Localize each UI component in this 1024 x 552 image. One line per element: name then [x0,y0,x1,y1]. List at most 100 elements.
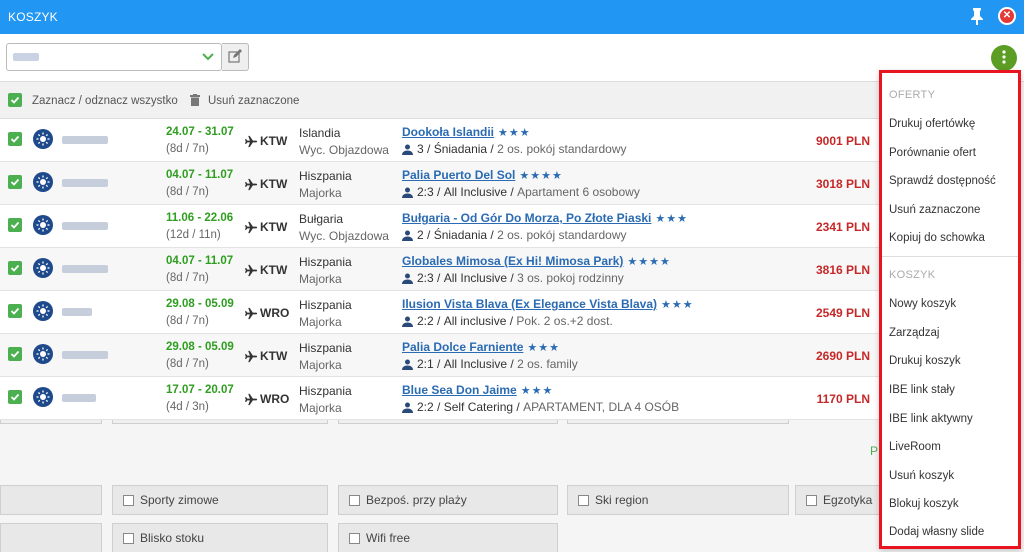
menu-item-liveroom[interactable]: LiveRoom [889,441,941,453]
sun-icon [33,258,53,278]
plane-icon [245,350,258,362]
menu-item-ibe-link-static[interactable]: IBE link stały [889,384,955,396]
filter-sporty-zimowe[interactable]: Sporty zimowe [112,485,328,515]
offer-hotel[interactable]: Ilusion Vista Blava (Ex Elegance Vista B… [402,297,694,311]
checkbox[interactable] [806,494,817,506]
plane-icon [245,393,258,405]
options-menu: OFERTY Drukuj ofertówkę Porównanie ofert… [879,70,1021,549]
more-options-button[interactable] [991,45,1017,71]
hotel-link[interactable]: Dookoła Islandii [402,125,494,139]
offer-hotel[interactable]: Globales Mimosa (Ex Hi! Mimosa Park) ★★★★ [402,254,671,268]
menu-item-copy-to-clipboard[interactable]: Kopiuj do schowka [889,232,985,244]
offer-row[interactable]: 29.08 - 05.09 (8d / 7n) WRO Hiszpania Ma… [0,291,880,334]
trash-icon[interactable] [190,94,200,109]
row-checkbox[interactable] [8,218,22,232]
menu-item-new-basket[interactable]: Nowy koszyk [889,298,956,310]
menu-item-check-availability[interactable]: Sprawdź dostępność [889,175,996,187]
background-link[interactable]: P [870,444,878,458]
plane-icon [245,221,258,233]
redacted-text [62,136,108,144]
selection-bar: Zaznacz / odznacz wszystko Usuń zaznaczo… [0,82,880,119]
hotel-link[interactable]: Globales Mimosa (Ex Hi! Mimosa Park) [402,254,623,268]
select-all-checkbox[interactable] [8,93,22,107]
hotel-link[interactable]: Bułgaria - Od Gór Do Morza, Po Złote Pia… [402,211,651,225]
checkbox[interactable] [123,494,134,506]
row-checkbox[interactable] [8,175,22,189]
filter-bezpos-przy-plazy[interactable]: Bezpoś. przy plaży [338,485,558,515]
hotel-link[interactable]: Blue Sea Don Jaime [402,383,517,397]
filter-blank [0,523,102,552]
chevron-down-icon[interactable] [201,50,215,64]
star-rating: ★★★★ [519,169,563,182]
departure: KTW [245,349,287,363]
offer-row[interactable]: 29.08 - 05.09 (8d / 7n) KTW Hiszpania Ma… [0,334,880,377]
offer-row[interactable]: 17.07 - 20.07 (4d / 3n) WRO Hiszpania Ma… [0,377,880,420]
offer-hotel[interactable]: Bułgaria - Od Gór Do Morza, Po Złote Pia… [402,211,688,225]
menu-divider [882,256,1018,257]
delete-selected-button[interactable]: Usuń zaznaczone [208,95,299,107]
person-icon [402,230,413,241]
star-rating: ★★★ [498,126,531,139]
toolbar [0,34,1024,82]
sun-icon [33,344,53,364]
checkbox[interactable] [123,532,134,544]
redacted-text [62,394,96,402]
filter-blisko-stoku[interactable]: Blisko stoku [112,523,328,552]
row-checkbox[interactable] [8,390,22,404]
redacted-text [62,351,108,359]
sun-icon [33,301,53,321]
close-icon[interactable]: ✕ [998,7,1016,25]
basket-select[interactable] [6,43,222,71]
checkbox[interactable] [349,532,360,544]
offer-hotel[interactable]: Blue Sea Don Jaime ★★★ [402,383,553,397]
filter-wifi-free[interactable]: Wifi free [338,523,558,552]
star-rating: ★★★ [661,298,694,311]
redacted-text [62,308,92,316]
plane-icon [245,307,258,319]
offer-hotel[interactable]: Dookoła Islandii ★★★ [402,125,531,139]
star-rating: ★★★ [527,341,560,354]
offer-region: Majorka [299,272,342,286]
checkbox[interactable] [349,494,360,506]
row-checkbox[interactable] [8,132,22,146]
row-checkbox[interactable] [8,304,22,318]
redacted-text [62,222,108,230]
offer-region: Majorka [299,186,342,200]
offer-row[interactable]: 11.06 - 22.06 (12d / 11n) KTW Bułgaria W… [0,205,880,248]
offer-row[interactable]: 24.07 - 31.07 (8d / 7n) KTW Islandia Wyc… [0,119,880,162]
menu-item-add-custom-slide[interactable]: Dodaj własny slide [889,526,984,538]
pin-icon[interactable] [969,7,985,25]
offer-hotel[interactable]: Palia Puerto Del Sol ★★★★ [402,168,563,182]
menu-item-ibe-link-active[interactable]: IBE link aktywny [889,413,973,425]
departure: KTW [245,263,287,277]
offer-date: 29.08 - 05.09 [166,341,234,353]
offer-row[interactable]: 04.07 - 11.07 (8d / 7n) KTW Hiszpania Ma… [0,162,880,205]
person-icon [402,187,413,198]
row-checkbox[interactable] [8,261,22,275]
sun-icon [33,387,53,407]
filter-ski-region[interactable]: Ski region [567,485,789,515]
kebab-icon [1002,49,1006,67]
offer-price: 1170 PLN [816,392,870,406]
hotel-link[interactable]: Palia Dolce Farniente [402,340,523,354]
hotel-link[interactable]: Ilusion Vista Blava (Ex Elegance Vista B… [402,297,657,311]
menu-item-compare-offers[interactable]: Porównanie ofert [889,147,976,159]
checkbox[interactable] [578,494,589,506]
filter-egzotyka[interactable]: Egzotyka [795,485,880,515]
edit-basket-button[interactable] [222,43,249,71]
menu-item-block-basket[interactable]: Blokuj koszyk [889,498,959,510]
offer-hotel[interactable]: Palia Dolce Farniente ★★★ [402,340,560,354]
select-all-label[interactable]: Zaznacz / odznacz wszystko [32,95,178,107]
menu-item-manage[interactable]: Zarządzaj [889,327,940,339]
person-icon [402,402,413,413]
menu-item-print-basket[interactable]: Drukuj koszyk [889,355,961,367]
menu-item-print-offer[interactable]: Drukuj ofertówkę [889,118,975,130]
menu-item-delete-basket[interactable]: Usuń koszyk [889,470,954,482]
offer-country: Islandia [299,126,341,140]
menu-item-delete-selected[interactable]: Usuń zaznaczone [889,204,980,216]
offer-row[interactable]: 04.07 - 11.07 (8d / 7n) KTW Hiszpania Ma… [0,248,880,291]
hotel-link[interactable]: Palia Puerto Del Sol [402,168,515,182]
row-checkbox[interactable] [8,347,22,361]
star-rating: ★★★★ [627,255,671,268]
person-icon [402,316,413,327]
